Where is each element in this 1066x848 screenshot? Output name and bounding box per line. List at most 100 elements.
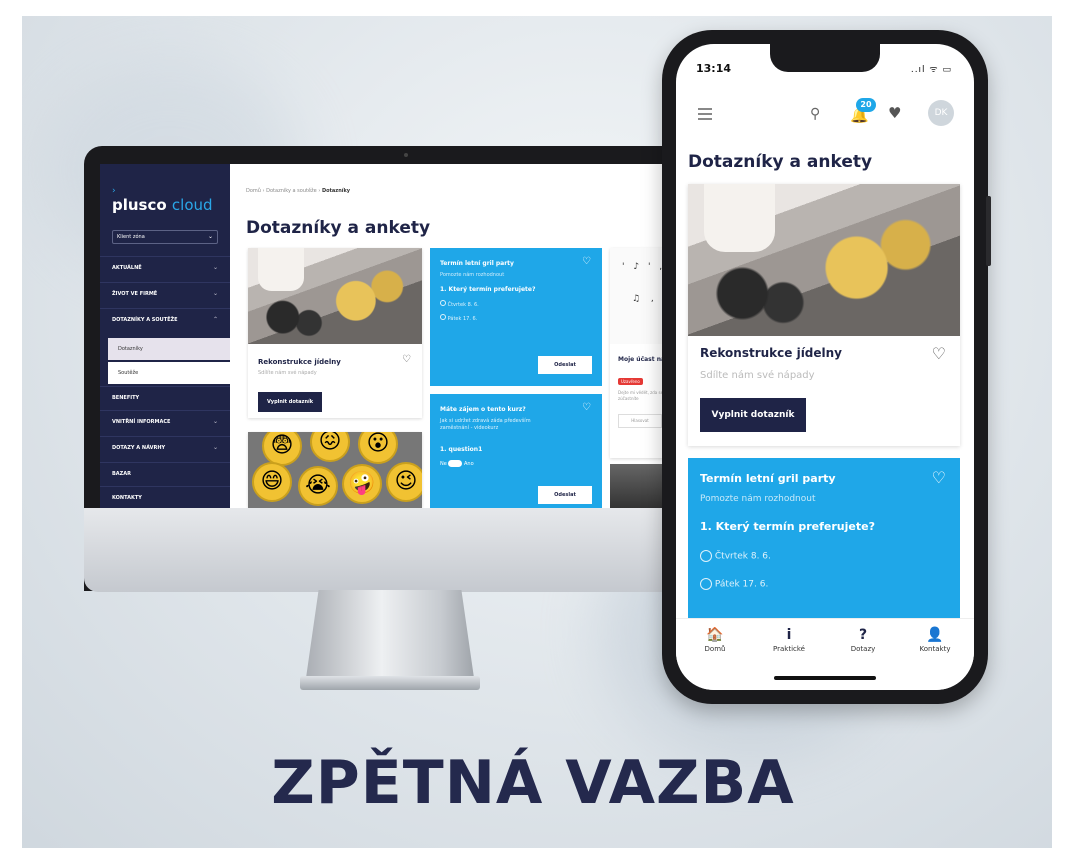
imac-chin [84, 508, 694, 592]
radio-icon[interactable] [440, 314, 446, 320]
emoji-icon: 😮 [358, 432, 398, 464]
imac-camera [404, 153, 408, 157]
sidebar-item-zivot[interactable]: ŽIVOT VE FIRMĚ ⌄ [100, 282, 230, 306]
emoji-card-image[interactable]: 😨 😖 😮 😄 😭 🤪 😉 [248, 432, 422, 508]
card-subtitle: Sdílíte nám své nápady [258, 370, 317, 376]
submit-button[interactable]: Odeslat [538, 486, 592, 504]
home-indicator [774, 676, 876, 680]
logo-chevron-icon: › [112, 186, 116, 196]
chevron-down-icon: ⌄ [212, 418, 218, 425]
desktop-logo[interactable]: plusco cloud [112, 196, 213, 214]
vote-button[interactable]: Hlasovat [618, 414, 662, 428]
survey-card[interactable]: Rekonstrukce jídelny ♡ Sdílíte nám své n… [248, 248, 422, 418]
imac-stand [305, 590, 475, 685]
card-title: Máte zájem o tento kurz? [440, 406, 526, 413]
sidebar-item-kontakty[interactable]: KONTAKTY [100, 486, 230, 508]
toggle-switch[interactable] [448, 460, 463, 467]
sidebar-item-vnitrni[interactable]: VNITŘNÍ INFORMACE ⌄ [100, 410, 230, 434]
chevron-down-icon: ⌄ [212, 290, 218, 297]
emoji-icon: 😨 [262, 432, 302, 466]
card-subtitle: Sdílte nám své nápady [700, 370, 815, 381]
submit-button[interactable]: Odeslat [538, 356, 592, 374]
chevron-up-icon: ⌃ [212, 316, 218, 323]
notification-badge: 20 [856, 98, 876, 112]
zone-select[interactable]: Klient zóna ⌄ [112, 230, 218, 244]
status-badge: Uzavřeno [618, 378, 643, 385]
radio-icon[interactable] [700, 550, 712, 562]
confetti-icon: ' ♪ ' , [622, 262, 666, 272]
card-subtitle: Pomozte nám rozhodnout [440, 272, 505, 278]
frame-right [1052, 0, 1066, 848]
survey-card[interactable]: Rekonstrukce jídelny ♡ Sdílte nám své ná… [688, 184, 960, 446]
poll-question: 1. Který termín preferujete? [700, 520, 875, 533]
poll-card-grill[interactable]: Termín letní gril party ♡ Pomozte nám ro… [430, 248, 602, 386]
fill-survey-button[interactable]: Vyplnit dotazník [258, 392, 322, 412]
card-image [688, 184, 960, 336]
phone-side-button [986, 196, 991, 266]
info-icon: i [786, 627, 792, 643]
tab-domu[interactable]: 🏠 Domů [680, 627, 750, 653]
search-icon[interactable]: ⚲ [810, 106, 820, 122]
poll-option[interactable]: Čtvrtek 8. 6. [440, 300, 479, 308]
status-icons: ..ıl ᯤ ▭ [910, 65, 952, 75]
favorites-heart-icon[interactable]: ♥ [888, 104, 901, 122]
emoji-icon: 😭 [298, 466, 338, 506]
breadcrumb-current: Dotazníky [321, 188, 351, 194]
poll-card-grill[interactable]: Termín letní gril party ♡ Pomozte nám ro… [688, 458, 960, 628]
tab-kontakty[interactable]: 👤 Kontakty [900, 627, 970, 653]
sidebar-item-bazar[interactable]: BAZAR [100, 462, 230, 486]
radio-icon[interactable] [440, 300, 446, 306]
heart-icon[interactable]: ♡ [932, 468, 946, 487]
avatar[interactable]: DK [928, 100, 954, 126]
card-title: Rekonstrukce jídelny [700, 346, 843, 360]
hamburger-menu-icon[interactable] [698, 108, 712, 120]
status-time: 13:14 [696, 62, 732, 75]
card-title: Termín letní gril party [440, 260, 514, 267]
page-title: Dotazníky a ankety [688, 152, 873, 172]
poll-card-course[interactable]: Máte zájem o tento kurz? ♡ Jak si udržet… [430, 394, 602, 508]
sidebar-item-aktualne[interactable]: AKTUÁLNĚ ⌄ [100, 256, 230, 280]
poll-question: 1. Který termín preferujete? [440, 286, 536, 293]
chevron-down-icon: ⌄ [212, 444, 218, 451]
poll-option[interactable]: Pátek 17. 6. [440, 314, 477, 322]
sidebar-item-benefity[interactable]: BENEFITY [100, 386, 230, 410]
tab-prakticke[interactable]: i Praktické [754, 627, 824, 653]
poll-option[interactable]: Čtvrtek 8. 6. [700, 550, 771, 562]
desktop-sidebar: › plusco cloud Klient zóna ⌄ AKTUÁLNĚ ⌄ ŽI… [100, 164, 230, 508]
card-title: Rekonstrukce jídelny [258, 358, 341, 366]
emoji-icon: 😄 [252, 462, 292, 502]
emoji-icon: 🤪 [342, 464, 382, 504]
headline: ZPĚTNÁ VAZBA [271, 748, 795, 818]
phone-notch [770, 44, 880, 72]
poll-question: 1. question1 [440, 446, 483, 453]
fill-survey-button[interactable]: Vyplnit dotazník [700, 398, 806, 432]
home-icon: 🏠 [706, 627, 724, 643]
heart-icon[interactable]: ♡ [582, 402, 591, 413]
radio-icon[interactable] [700, 578, 712, 590]
chevron-down-icon: ⌄ [212, 264, 218, 271]
breadcrumb-parent[interactable]: Dotazníky a soutěže [266, 188, 317, 194]
question-icon: ? [858, 627, 868, 643]
sidebar-subitem-dotazniky[interactable]: Dotazníky [108, 338, 230, 360]
tab-dotazy[interactable]: ? Dotazy [828, 627, 898, 653]
heart-icon[interactable]: ♡ [932, 344, 946, 363]
sidebar-item-dotazy[interactable]: DOTAZY A NÁVRHY ⌄ [100, 436, 230, 460]
heart-icon[interactable]: ♡ [402, 354, 411, 365]
page-title: Dotazníky a ankety [246, 218, 431, 238]
poll-option[interactable]: Pátek 17. 6. [700, 578, 768, 590]
breadcrumb-home[interactable]: Domů [246, 188, 261, 194]
apple-logo-icon [393, 548, 423, 580]
card-image [248, 248, 422, 344]
emoji-icon: 😉 [386, 462, 422, 502]
card-title: Termín letní gril party [700, 472, 836, 485]
sidebar-item-dotazniky[interactable]: DOTAZNÍKY A SOUTĚŽE ⌃ [100, 308, 230, 332]
chevron-down-icon: ⌄ [207, 233, 213, 240]
frame-left [0, 0, 22, 848]
heart-icon[interactable]: ♡ [582, 256, 591, 267]
emoji-icon: 😖 [310, 432, 350, 462]
desktop-screen: › plusco cloud Klient zóna ⌄ AKTUÁLNĚ ⌄ ŽI… [100, 164, 674, 508]
phone-screen: 13:14 ..ıl ᯤ ▭ ⚲ 🔔 20 ♥ DK Dotazníky a a… [676, 44, 974, 690]
imac-stand-base [300, 676, 480, 690]
contacts-icon: 👤 [926, 627, 944, 643]
sidebar-subitem-souteze[interactable]: Soutěže [108, 362, 230, 384]
